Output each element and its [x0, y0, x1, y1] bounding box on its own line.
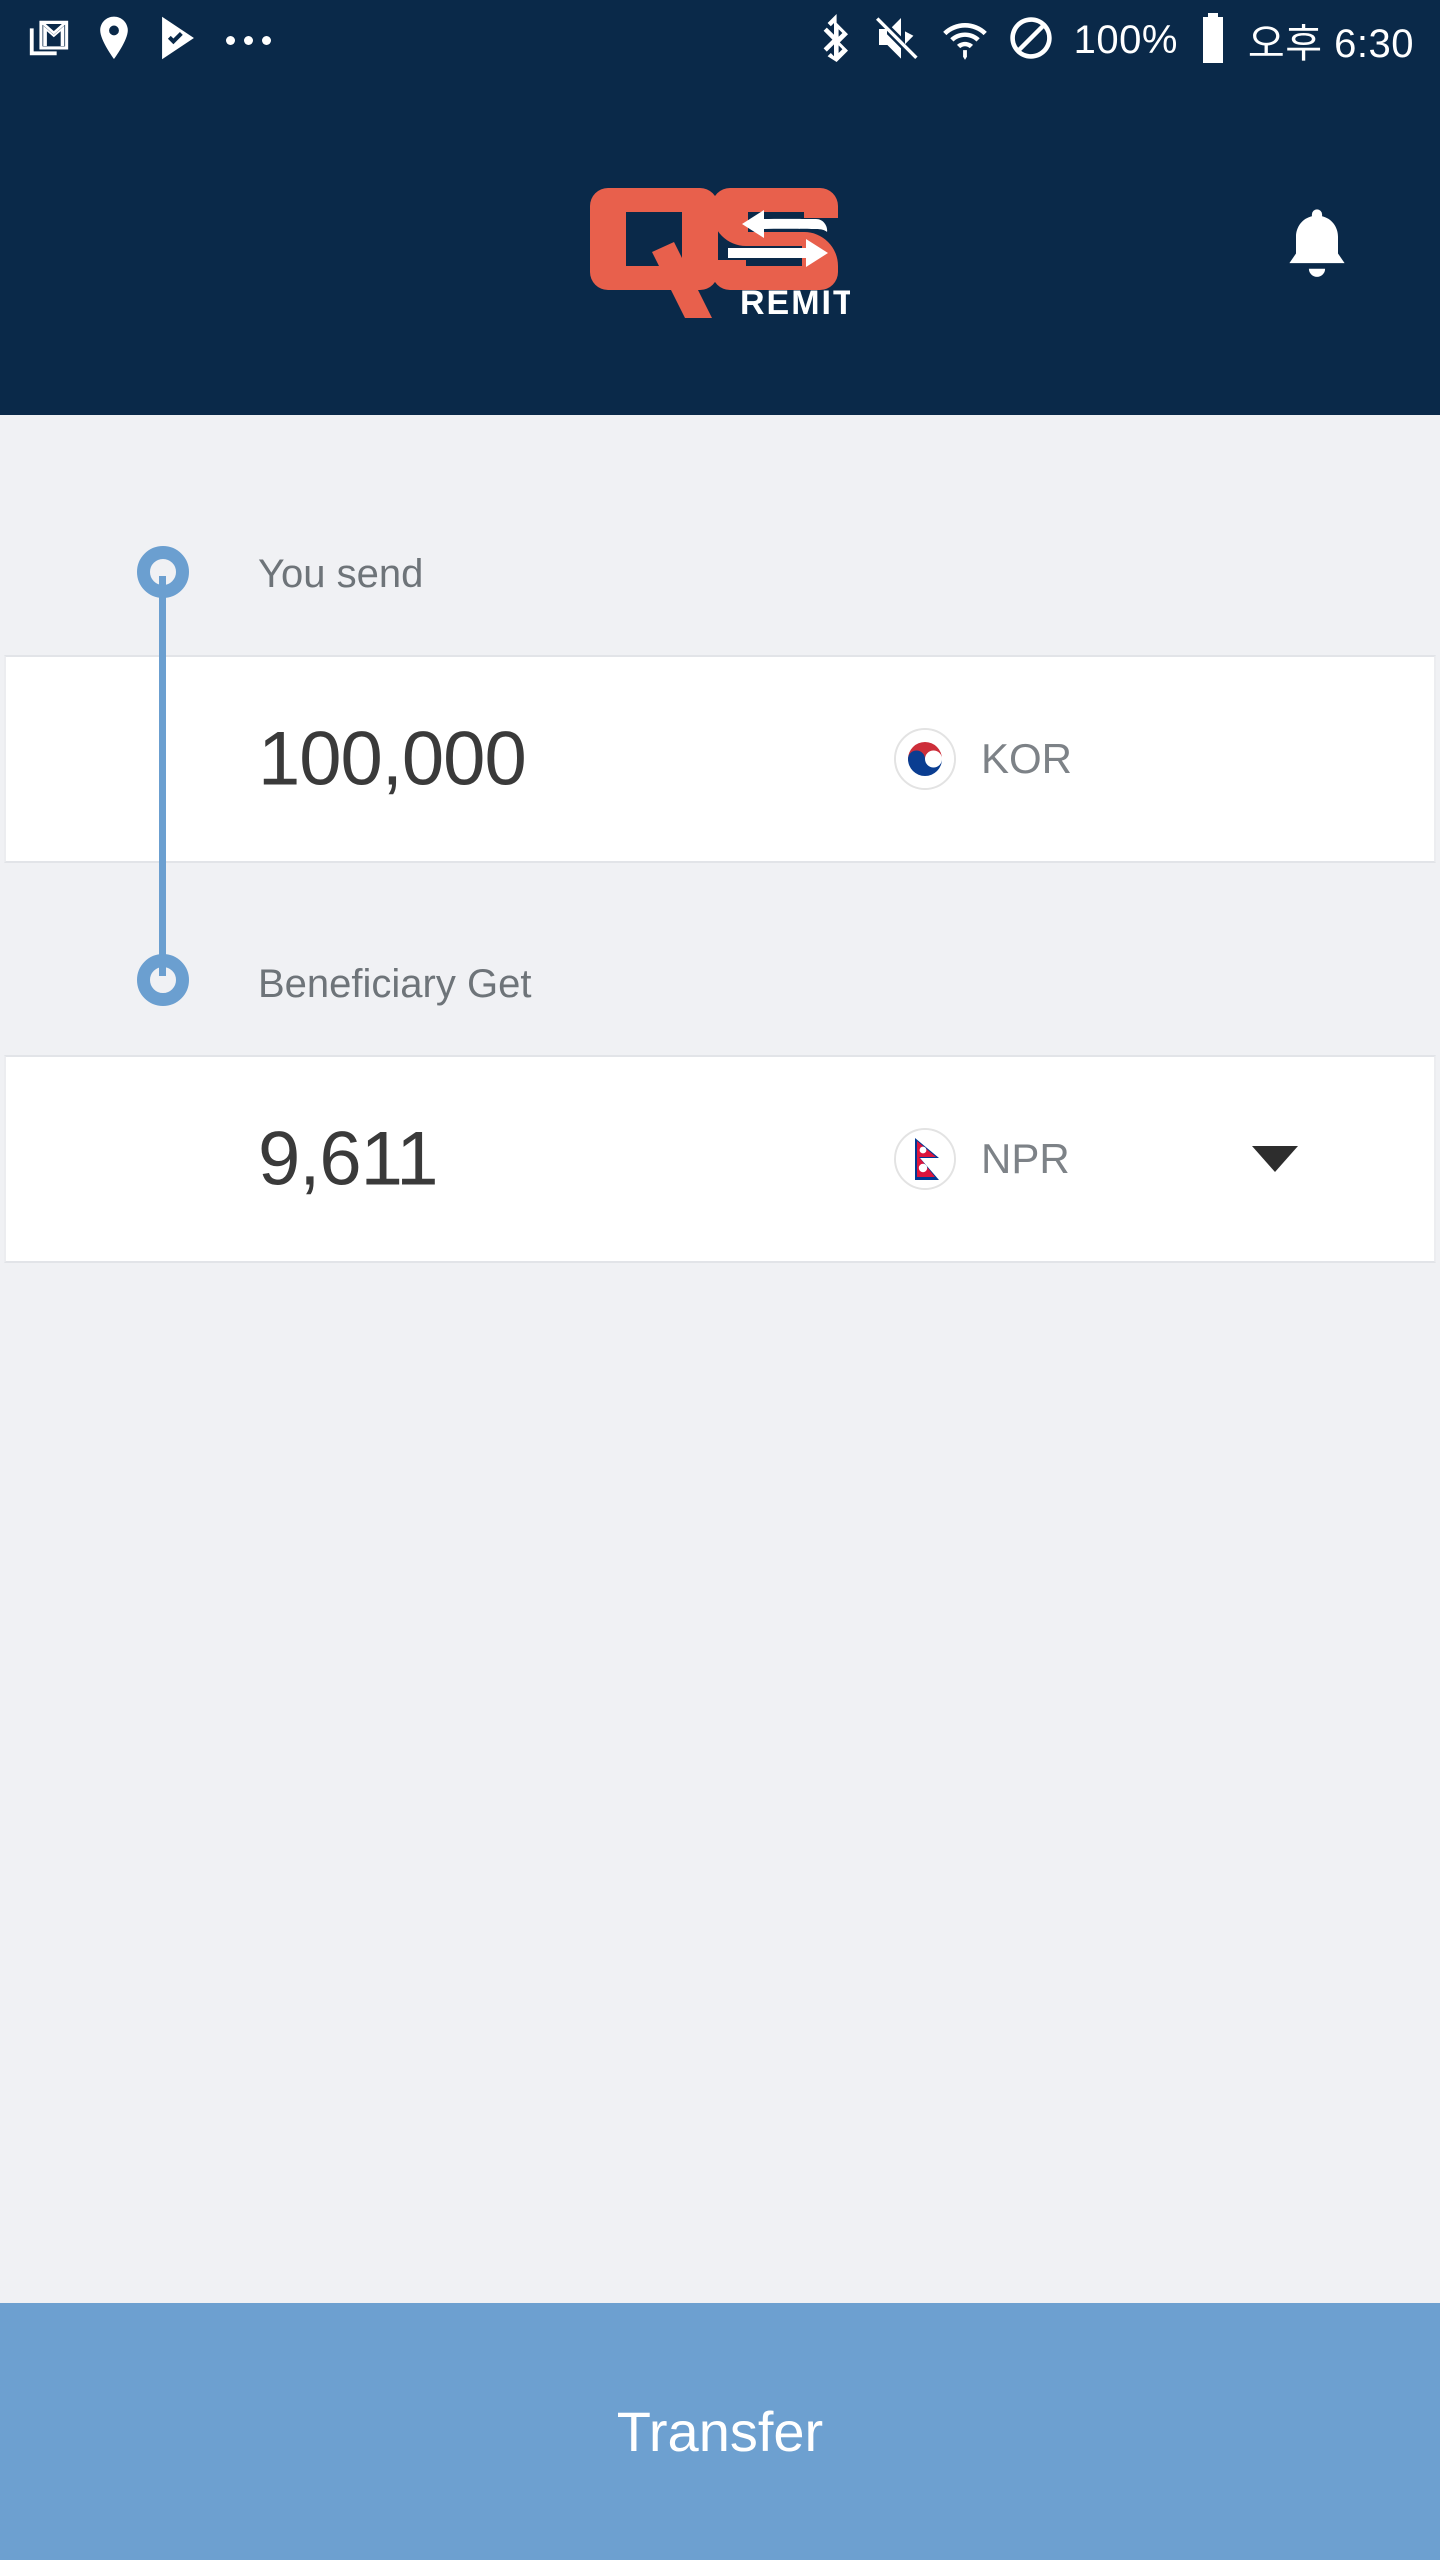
receive-currency-selector[interactable]: NPR [894, 1128, 1070, 1190]
nepal-flag-icon [894, 1128, 956, 1190]
exchange-form: You send 100,000 KOR Beneficiary Get 9,6… [0, 415, 1440, 2303]
south-korea-flag-icon [894, 728, 956, 790]
bluetooth-icon [818, 13, 854, 67]
status-bar-left-icons [26, 15, 271, 66]
stepper-connector-line [159, 576, 166, 976]
beneficiary-get-label: Beneficiary Get [258, 962, 532, 1006]
svg-text:REMIT: REMIT [740, 284, 850, 318]
location-pin-icon [94, 15, 134, 66]
do-not-disturb-icon [1008, 15, 1054, 66]
app-header: REMIT [0, 80, 1440, 415]
you-send-card[interactable]: 100,000 KOR [4, 655, 1436, 863]
beneficiary-get-card[interactable]: 9,611 NPR [4, 1055, 1436, 1263]
transfer-button[interactable]: Transfer [0, 2303, 1440, 2560]
battery-full-icon [1198, 12, 1228, 68]
stepper-node-receive [137, 954, 189, 1006]
mute-icon [874, 15, 922, 66]
notification-bell-button[interactable] [1272, 203, 1362, 293]
send-currency-code: KOR [981, 735, 1073, 782]
play-check-icon [156, 15, 200, 66]
transfer-stepper [137, 546, 189, 1006]
transfer-button-label: Transfer [616, 2400, 824, 2463]
more-dots-icon [226, 35, 271, 45]
chevron-down-icon[interactable] [1252, 1146, 1298, 1172]
status-bar-right-icons: 100% 오후 6:30 [818, 11, 1414, 69]
send-amount-input[interactable]: 100,000 [258, 716, 527, 803]
clock-label: 오후 6:30 [1247, 22, 1414, 66]
receive-currency-code: NPR [981, 1135, 1070, 1182]
bell-icon [1281, 207, 1353, 290]
stepper-node-send [137, 546, 189, 598]
send-currency-selector[interactable]: KOR [894, 728, 1072, 790]
status-bar: 100% 오후 6:30 [0, 0, 1440, 80]
receive-amount-value[interactable]: 9,611 [258, 1116, 439, 1203]
you-send-label: You send [258, 552, 424, 596]
gmail-icon [26, 15, 72, 66]
battery-percent-label: 100% [1073, 17, 1178, 62]
qs-remit-logo: REMIT [590, 178, 854, 328]
wifi-icon [942, 15, 988, 66]
